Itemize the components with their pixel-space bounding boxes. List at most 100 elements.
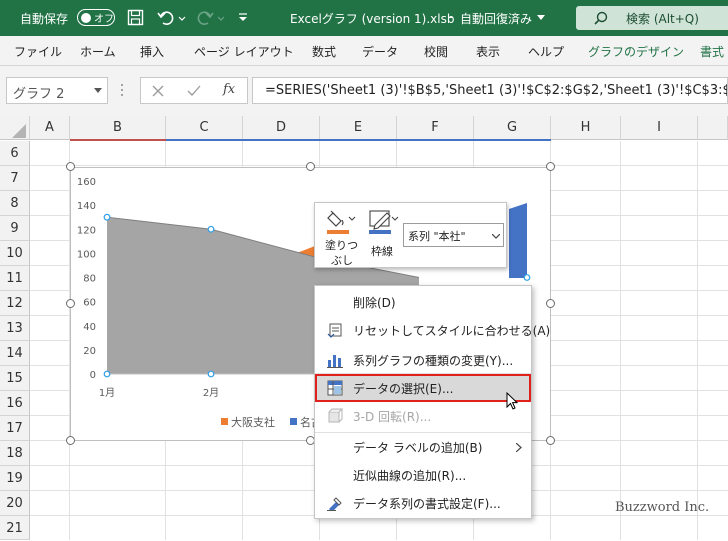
cancel-icon[interactable] xyxy=(151,84,165,98)
more-icon xyxy=(121,84,123,96)
column-header[interactable]: D xyxy=(243,116,320,140)
tab-formulas[interactable]: 数式 xyxy=(312,43,336,60)
autosave-toggle[interactable]: オフ xyxy=(77,9,115,26)
series-select-value: 系列 "本社" xyxy=(408,230,466,243)
column-header[interactable]: I xyxy=(621,116,698,140)
row-header[interactable]: 12 xyxy=(0,291,30,316)
formula-input[interactable]: =SERIES('Sheet1 (3)'!$B$5,'Sheet1 (3)'!$… xyxy=(252,77,728,104)
tab-page-layout[interactable]: ページ レイアウト xyxy=(194,43,294,60)
selected-point-marker[interactable] xyxy=(207,225,215,233)
column-header[interactable]: H xyxy=(551,116,621,140)
outline-button[interactable]: 枠線 xyxy=(365,207,401,265)
tab-chart-design[interactable]: グラフのデザイン xyxy=(588,43,684,60)
column-header[interactable]: F xyxy=(397,116,474,140)
resize-handle[interactable] xyxy=(546,299,555,308)
select-all-corner[interactable] xyxy=(0,116,30,140)
legend-swatch-nagoya xyxy=(290,418,297,425)
row-header[interactable]: 10 xyxy=(0,241,30,266)
selected-point-marker[interactable] xyxy=(103,213,111,221)
resize-handle[interactable] xyxy=(66,436,75,445)
menu-item-reset-style[interactable]: リセットしてスタイルに合わせる(A) xyxy=(315,316,550,344)
tab-format[interactable]: 書式 xyxy=(700,43,724,60)
menu-item-change-chart-type[interactable]: 系列グラフの種類の変更(Y)... xyxy=(315,346,531,374)
row-header[interactable]: 21 xyxy=(0,516,30,540)
menu-item-label: 近似曲線の追加(R)... xyxy=(353,469,467,483)
row-header[interactable]: 17 xyxy=(0,416,30,441)
y-tick-label: 80 xyxy=(83,274,96,285)
y-tick-label: 60 xyxy=(83,298,96,309)
row-header[interactable]: 15 xyxy=(0,366,30,391)
column-header[interactable]: A xyxy=(30,116,70,140)
search-icon xyxy=(594,11,608,25)
reset-style-icon xyxy=(327,323,342,338)
menu-item-select-data[interactable]: データの選択(E)... xyxy=(315,374,531,402)
tab-review[interactable]: 校閲 xyxy=(424,43,448,60)
search-placeholder: 検索 (Alt+Q) xyxy=(626,12,699,26)
tab-home[interactable]: ホーム xyxy=(80,43,116,60)
tab-file[interactable]: ファイル xyxy=(14,43,62,60)
outline-pen-icon xyxy=(369,210,399,234)
column-header[interactable]: C xyxy=(166,116,243,140)
save-icon[interactable] xyxy=(127,9,145,27)
fill-label: 塗りつ xyxy=(325,239,359,252)
blue-series-visible-part xyxy=(509,203,527,278)
title-separator: - xyxy=(449,10,454,24)
undo-icon[interactable] xyxy=(157,8,187,28)
column-header[interactable]: E xyxy=(320,116,397,140)
row-header[interactable]: 14 xyxy=(0,341,30,366)
formula-buttons: fx xyxy=(140,77,248,104)
column-header-partial[interactable] xyxy=(698,116,728,140)
fill-button[interactable]: 塗りつ ぶし xyxy=(319,207,361,267)
column-header[interactable]: G xyxy=(474,116,551,140)
selected-point-marker[interactable] xyxy=(523,274,531,281)
menu-item-label: データの選択(E)... xyxy=(353,382,454,396)
resize-handle[interactable] xyxy=(306,162,315,171)
formula-text: =SERIES('Sheet1 (3)'!$B$5,'Sheet1 (3)'!$… xyxy=(265,83,728,98)
insert-function-icon[interactable]: fx xyxy=(223,82,235,97)
row-header[interactable]: 20 xyxy=(0,491,30,516)
enter-icon[interactable] xyxy=(187,84,201,98)
fill-label-2: ぶし xyxy=(331,254,353,267)
chevron-down-icon[interactable] xyxy=(94,88,102,94)
row-header[interactable]: 6 xyxy=(0,141,30,166)
tab-view[interactable]: 表示 xyxy=(476,43,500,60)
selected-point-marker[interactable] xyxy=(207,370,215,378)
format-series-icon xyxy=(327,497,342,511)
row-header[interactable]: 18 xyxy=(0,441,30,466)
y-tick-label: 20 xyxy=(83,346,96,357)
tab-insert[interactable]: 挿入 xyxy=(140,43,164,60)
series-range-highlight xyxy=(70,139,166,141)
context-menu: 削除(D) リセットしてスタイルに合わせる(A) 系列グラフの種類の変更(Y).… xyxy=(314,285,550,519)
series-select[interactable]: 系列 "本社" xyxy=(403,223,504,247)
row-header[interactable]: 13 xyxy=(0,316,30,341)
row-header[interactable]: 19 xyxy=(0,466,30,491)
tab-help[interactable]: ヘルプ xyxy=(528,43,564,60)
menu-item-add-data-labels[interactable]: データ ラベルの追加(B) xyxy=(315,433,531,461)
resize-handle[interactable] xyxy=(546,162,555,171)
chevron-down-icon xyxy=(492,234,500,239)
column-header[interactable]: B xyxy=(70,116,166,140)
resize-handle[interactable] xyxy=(66,162,75,171)
selected-point-marker[interactable] xyxy=(103,370,111,378)
y-tick-label: 0 xyxy=(90,370,96,381)
tab-data[interactable]: データ xyxy=(362,43,398,60)
menu-item-delete[interactable]: 削除(D) xyxy=(315,288,531,316)
menu-item-add-trendline[interactable]: 近似曲線の追加(R)... xyxy=(315,461,531,489)
category-range-highlight xyxy=(166,139,551,141)
search-box[interactable]: 検索 (Alt+Q) xyxy=(576,6,728,30)
change-chart-type-icon xyxy=(327,355,343,368)
row-header[interactable]: 9 xyxy=(0,216,30,241)
resize-handle[interactable] xyxy=(66,299,75,308)
customize-qat-icon[interactable] xyxy=(237,12,249,24)
row-header[interactable]: 16 xyxy=(0,391,30,416)
row-header[interactable]: 7 xyxy=(0,166,30,191)
rotate-3d-icon xyxy=(328,408,343,423)
name-box[interactable]: グラフ 2 xyxy=(6,77,108,104)
ribbon-tabs: ファイル ホーム 挿入 ページ レイアウト 数式 データ 校閲 表示 ヘルプ グ… xyxy=(0,36,728,66)
resize-handle[interactable] xyxy=(546,436,555,445)
row-header[interactable]: 11 xyxy=(0,266,30,291)
chevron-down-icon[interactable] xyxy=(537,15,545,21)
menu-item-format-data-series[interactable]: データ系列の書式設定(F)... xyxy=(315,489,531,517)
menu-item-label: データ系列の書式設定(F)... xyxy=(353,497,501,511)
row-header[interactable]: 8 xyxy=(0,191,30,216)
